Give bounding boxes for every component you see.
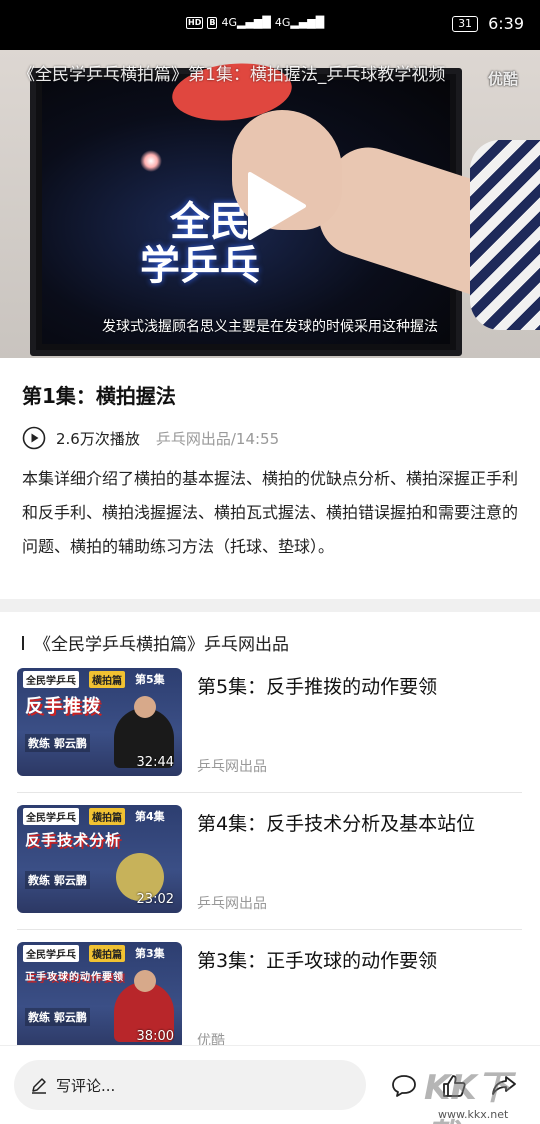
video-thumbnail[interactable]: 全民学乒乓 横拍篇 第4集 反手技术分析 教练 郭云鹏 23:02: [17, 805, 182, 913]
section-divider: [0, 599, 540, 612]
video-title[interactable]: 第3集：正手攻球的动作要领: [197, 946, 527, 973]
signal-label-2: 4G: [274, 16, 291, 29]
thumb-series: 全民学乒乓: [23, 671, 79, 688]
thumb-tag: 横拍篇: [89, 945, 125, 962]
volte-badge: B: [207, 16, 218, 29]
play-icon[interactable]: [244, 170, 308, 242]
comment-placeholder: 写评论...: [56, 1076, 116, 1095]
thumb-face: [134, 696, 156, 718]
light-flare: [140, 150, 162, 172]
status-bar: HD B 4G▂▄▆█ 4G▂▄▆█ 31 6:39: [0, 0, 540, 50]
play-count-icon: [22, 426, 46, 450]
battery-icon: 31: [452, 15, 479, 32]
video-duration: 23:02: [136, 892, 174, 907]
thumb-face: [134, 970, 156, 992]
thumb-series: 全民学乒乓: [23, 808, 79, 825]
thumb-coach: 教练 郭云鹏: [25, 1008, 90, 1026]
video-subtitle: 发球式浅握顾名思义主要是在发球的时候采用这种握法: [102, 319, 438, 335]
clock: 6:39: [488, 14, 524, 33]
thumb-tag: 横拍篇: [89, 808, 125, 825]
episode-description: 本集详细介绍了横拍的基本握法、横拍的优缺点分析、横拍深握正手利和反手利、横拍浅握…: [22, 469, 519, 556]
item-divider: [17, 929, 522, 930]
video-title[interactable]: 第4集：反手技术分析及基本站位: [197, 809, 527, 836]
thumb-headline: 反手推拨: [25, 696, 101, 717]
signal-icon: 4G▂▄▆█: [221, 16, 271, 29]
video-thumbnail[interactable]: 全民学乒乓 横拍篇 第5集 反手推拨 教练 郭云鹏 32:44: [17, 668, 182, 776]
comment-icon[interactable]: [390, 1072, 418, 1100]
thumb-tag: 横拍篇: [89, 671, 125, 688]
playlist-header: 《全民学乒乓横拍篇》乒乓网出品: [22, 630, 289, 655]
item-divider: [17, 792, 522, 793]
thumb-headline: 反手技术分析: [25, 831, 122, 849]
player-sleeve: [470, 140, 540, 330]
video-title-overlay: 《全民学乒乓横拍篇》第1集：横拍握法_乒乓球教学视频: [18, 65, 446, 85]
signal-icon: 4G▂▄▆█: [274, 16, 325, 29]
list-item[interactable]: 全民学乒乓 横拍篇 第3集 正手攻球的动作要领 教练 郭云鹏 38:00 第3集…: [17, 942, 522, 1060]
hd-badge: HD: [186, 16, 204, 29]
comment-input[interactable]: 写评论...: [14, 1060, 366, 1110]
playlist-title: 《全民学乒乓横拍篇》乒乓网出品: [34, 635, 289, 655]
header-accent-bar: [22, 635, 24, 650]
list-item[interactable]: 全民学乒乓 横拍篇 第4集 反手技术分析 教练 郭云鹏 23:02 第4集：反手…: [17, 805, 522, 930]
video-duration: 32:44: [136, 755, 174, 770]
play-count: 2.6万次播放: [56, 429, 140, 448]
video-logo: 全民 学乒乓: [140, 200, 260, 288]
signal-label-1: 4G: [221, 16, 237, 29]
list-item[interactable]: 全民学乒乓 横拍篇 第5集 反手推拨 教练 郭云鹏 32:44 第5集：反手推拨…: [17, 668, 522, 793]
thumb-series: 全民学乒乓: [23, 945, 79, 962]
pencil-icon: [32, 1078, 46, 1094]
episode-meta: 2.6万次播放 乒乓网出品/14:55: [22, 426, 279, 450]
video-title[interactable]: 第5集：反手推拨的动作要领: [197, 672, 527, 699]
thumb-episode: 第4集: [135, 810, 165, 823]
thumb-headline: 正手攻球的动作要领: [25, 972, 124, 983]
thumb-episode: 第3集: [135, 947, 165, 960]
video-player[interactable]: 全民 学乒乓 《全民学乒乓横拍篇》第1集：横拍握法_乒乓球教学视频 优酷 发球式…: [0, 50, 540, 358]
episode-source: 乒乓网出品/14:55: [155, 429, 280, 448]
network-indicators: HD B 4G▂▄▆█ 4G▂▄▆█: [186, 16, 324, 29]
video-watermark: 优酷: [487, 70, 518, 88]
video-duration: 38:00: [136, 1029, 174, 1044]
site-watermark-url: www.kkx.net: [438, 1108, 509, 1121]
video-source: 乒乓网出品: [197, 759, 267, 775]
video-logo-line2: 学乒乓: [140, 243, 260, 289]
video-thumbnail[interactable]: 全民学乒乓 横拍篇 第3集 正手攻球的动作要领 教练 郭云鹏 38:00: [17, 942, 182, 1050]
thumb-coach: 教练 郭云鹏: [25, 871, 90, 889]
thumb-episode: 第5集: [135, 673, 165, 686]
episode-title: 第1集：横拍握法: [22, 384, 176, 408]
thumb-coach: 教练 郭云鹏: [25, 734, 90, 752]
video-source: 乒乓网出品: [197, 896, 267, 912]
